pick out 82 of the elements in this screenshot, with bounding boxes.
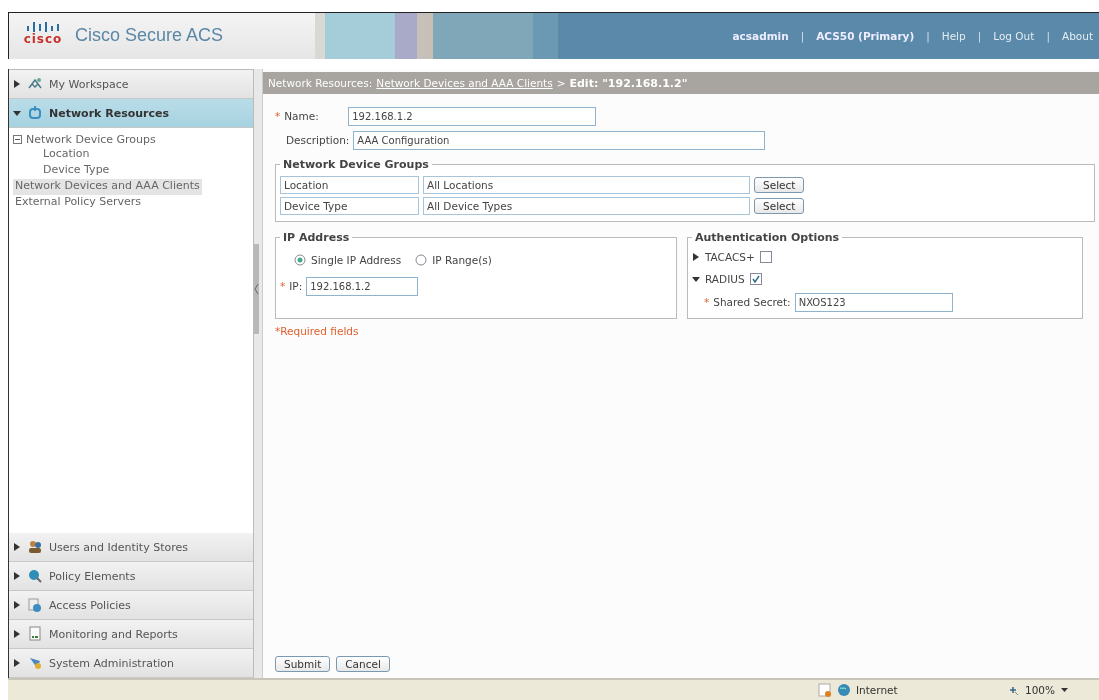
zoom-level[interactable]: 100%: [1025, 684, 1056, 696]
expander-icon: [13, 601, 21, 609]
drawer-label: Users and Identity Stores: [49, 540, 188, 554]
protocol-label: TACACS+: [705, 251, 755, 263]
expander-icon: [13, 630, 21, 638]
text-field[interactable]: 192.168.1.2: [348, 106, 597, 126]
group-title: IP Address: [282, 231, 351, 244]
expander-icon: [13, 543, 21, 551]
tree-item[interactable]: Network Device Groups: [26, 132, 156, 146]
separator-text: |: [800, 30, 805, 42]
drawer-header[interactable]: Monitoring and Reports: [9, 620, 253, 649]
drawer-header[interactable]: My Workspace: [9, 70, 253, 99]
report-icon: [27, 626, 43, 642]
drawer-label: Network Resources: [49, 106, 170, 120]
radio-label: IP Range(s): [432, 254, 492, 266]
group-label-cell: Location: [280, 176, 419, 194]
expander-icon: [13, 80, 21, 88]
zoom-icon: [1008, 684, 1019, 696]
select-button[interactable]: Select: [754, 177, 805, 193]
breadcrumb-text: Network Resources:: [268, 77, 373, 89]
field-label: IP:: [289, 280, 303, 292]
radio-label: Single IP Address: [311, 254, 402, 266]
expander-icon: [13, 572, 21, 580]
form-button[interactable]: Cancel: [336, 656, 390, 672]
expander-icon: [13, 659, 21, 667]
group-value-field: All Device Types: [423, 197, 750, 215]
drawer-header[interactable]: Access Policies: [9, 591, 253, 620]
group-title: Network Device Groups: [282, 158, 430, 171]
logo-text: cisco: [23, 32, 63, 46]
select-button[interactable]: Select: [754, 198, 805, 214]
document-icon: [27, 597, 43, 613]
drawer-header[interactable]: System Administration: [9, 649, 253, 678]
drawer-header[interactable]: Users and Identity Stores: [9, 533, 253, 562]
separator-text: |: [977, 30, 982, 42]
dropdown-caret-icon: [1061, 687, 1069, 693]
radio-button[interactable]: [415, 254, 428, 266]
text-field[interactable]: 192.168.1.2: [306, 276, 419, 296]
field-label: Shared Secret:: [713, 296, 791, 308]
drawer-header[interactable]: Network Resources: [9, 99, 253, 128]
page-title: Edit: "192.168.1.2": [569, 76, 688, 90]
tree-item[interactable]: External Policy Servers: [13, 195, 144, 211]
security-icon: [818, 683, 832, 697]
drawer-label: Access Policies: [49, 598, 131, 612]
expander-icon[interactable]: [692, 253, 700, 261]
group-value-field: All Locations: [423, 176, 750, 194]
expander-icon: [13, 109, 21, 117]
text-field[interactable]: AAA Configuration: [353, 130, 766, 150]
drawer-label: My Workspace: [49, 77, 129, 91]
protocol-label: RADIUS: [705, 273, 745, 285]
tree-item[interactable]: Network Devices and AAA Clients: [13, 179, 202, 195]
breadcrumb-separator: >: [556, 77, 566, 89]
checkbox[interactable]: [749, 273, 762, 285]
header-label: acsadmin: [732, 30, 789, 42]
radio-button[interactable]: [294, 254, 306, 266]
tree-item[interactable]: Device Type: [13, 163, 110, 179]
zone-label: Internet: [856, 684, 898, 696]
text-field[interactable]: NXOS123: [794, 292, 953, 312]
app-title: Cisco Secure ACS: [74, 24, 225, 47]
drawer-label: Monitoring and Reports: [49, 627, 178, 641]
required-mark: *: [275, 325, 281, 337]
logo-bars-icon: [25, 20, 61, 32]
required-mark: *: [280, 280, 286, 292]
group-title: Authentication Options: [694, 231, 841, 244]
separator-text: |: [926, 30, 930, 42]
checkbox[interactable]: [759, 251, 772, 263]
required-fields-note: Required fields: [280, 325, 359, 337]
splitter-handle[interactable]: [254, 243, 259, 334]
field-label: Description:: [286, 134, 350, 146]
group-label-cell: Device Type: [280, 197, 419, 215]
tree-item[interactable]: Location: [13, 147, 90, 163]
header-label: ACS50 (Primary): [816, 30, 915, 42]
separator-text: |: [1046, 30, 1050, 42]
drawer-header[interactable]: Policy Elements: [9, 562, 253, 591]
network-icon: [27, 105, 43, 121]
required-mark: *: [275, 110, 281, 122]
drawer-label: Policy Elements: [49, 569, 136, 583]
expander-icon[interactable]: [692, 275, 700, 283]
field-label: Name:: [284, 110, 320, 122]
required-mark: *: [704, 296, 710, 308]
drawer-label: System Administration: [49, 656, 174, 670]
users-icon: [27, 539, 43, 555]
form-button[interactable]: Submit: [275, 656, 331, 672]
